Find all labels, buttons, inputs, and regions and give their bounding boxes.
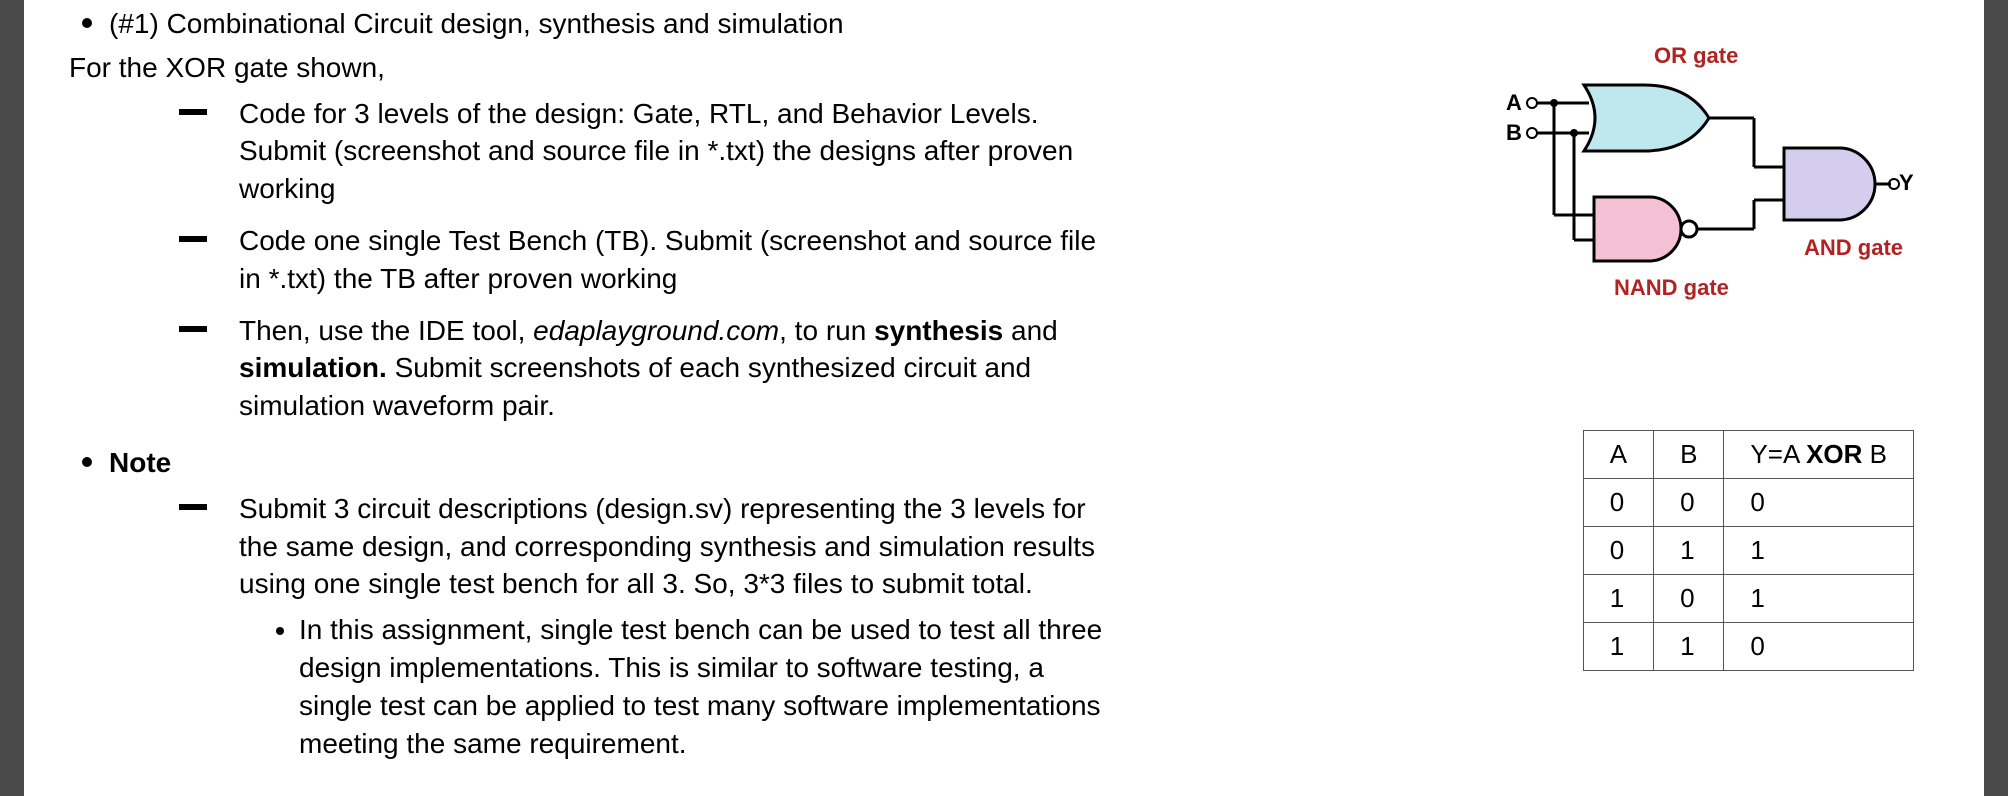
- note-sub-item: In this assignment, single test bench ca…: [299, 611, 1119, 762]
- task-3-simulation: simulation.: [239, 352, 387, 383]
- note-item-1: Submit 3 circuit descriptions (design.sv…: [179, 490, 1119, 763]
- a-label: A: [1506, 90, 1522, 115]
- and-gate-label: AND gate: [1804, 235, 1903, 260]
- cell: 1: [1654, 527, 1724, 575]
- cell: 1: [1724, 575, 1914, 623]
- truth-table: A B Y=A XOR B 0 0 0 0 1 1 1 0 1 1 1 0: [1583, 430, 1914, 671]
- col-b-header: B: [1654, 431, 1724, 479]
- task-3-synthesis: synthesis: [874, 315, 1003, 346]
- y-header-xor: XOR: [1806, 439, 1862, 469]
- col-y-header: Y=A XOR B: [1724, 431, 1914, 479]
- note-item: Note Submit 3 circuit descriptions (desi…: [109, 439, 1119, 762]
- table-row: 0 0 0: [1583, 479, 1913, 527]
- document-page: (#1) Combinational Circuit design, synth…: [24, 0, 1984, 796]
- cell: 0: [1583, 527, 1653, 575]
- circuit-diagram: OR gate A B Y: [1494, 45, 1914, 310]
- or-gate-label: OR gate: [1654, 45, 1738, 68]
- task-item-1: Code for 3 levels of the design: Gate, R…: [179, 95, 1119, 208]
- b-label: B: [1506, 120, 1522, 145]
- task-list: Code for 3 levels of the design: Gate, R…: [109, 95, 1119, 425]
- task-3-pre: Then, use the IDE tool,: [239, 315, 533, 346]
- task-3-mid2: and: [1003, 315, 1058, 346]
- main-text-column: (#1) Combinational Circuit design, synth…: [44, 0, 1139, 762]
- nand-gate-icon: [1594, 197, 1681, 261]
- task-item-2: Code one single Test Bench (TB). Submit …: [179, 222, 1119, 298]
- heading-item: (#1) Combinational Circuit design, synth…: [109, 0, 1119, 425]
- subtitle: For the XOR gate shown,: [69, 49, 1119, 87]
- table-row: 1 1 0: [1583, 623, 1913, 671]
- cell: 0: [1724, 623, 1914, 671]
- table-row: 1 0 1: [1583, 575, 1913, 623]
- task-3-ide: edaplayground.com: [533, 315, 779, 346]
- task-1-text: Code for 3 levels of the design: Gate, R…: [239, 98, 1073, 205]
- note-label: Note: [109, 447, 171, 478]
- y-header-prefix: Y=A: [1750, 439, 1806, 469]
- cell: 0: [1724, 479, 1914, 527]
- cell: 1: [1654, 623, 1724, 671]
- y-label: Y: [1899, 170, 1914, 195]
- or-gate-icon: [1584, 85, 1709, 151]
- cell: 0: [1654, 479, 1724, 527]
- a-terminal-icon: [1527, 98, 1537, 108]
- task-3-mid: , to run: [779, 315, 874, 346]
- task-2-text: Code one single Test Bench (TB). Submit …: [239, 225, 1096, 294]
- note-list: Submit 3 circuit descriptions (design.sv…: [109, 490, 1119, 763]
- cell: 1: [1724, 527, 1914, 575]
- title-text: Combinational Circuit design, synthesis …: [167, 8, 844, 39]
- b-terminal-icon: [1527, 128, 1537, 138]
- and-gate-icon: [1784, 148, 1875, 220]
- cell: 1: [1583, 623, 1653, 671]
- cell: 0: [1583, 479, 1653, 527]
- cell: 0: [1654, 575, 1724, 623]
- note-sublist: In this assignment, single test bench ca…: [239, 611, 1119, 762]
- note-1-text: Submit 3 circuit descriptions (design.sv…: [239, 493, 1095, 600]
- cell: 1: [1583, 575, 1653, 623]
- circuit-svg: OR gate A B Y: [1494, 45, 1914, 305]
- note-sub-text: In this assignment, single test bench ca…: [299, 614, 1102, 758]
- nand-gate-label: NAND gate: [1614, 275, 1729, 300]
- nand-bubble-icon: [1681, 221, 1697, 237]
- table-row: 0 1 1: [1583, 527, 1913, 575]
- task-item-3: Then, use the IDE tool, edaplayground.co…: [179, 312, 1119, 425]
- title-prefix: (#1): [109, 8, 167, 39]
- col-a-header: A: [1583, 431, 1653, 479]
- table-header-row: A B Y=A XOR B: [1583, 431, 1913, 479]
- y-header-suffix: B: [1862, 439, 1887, 469]
